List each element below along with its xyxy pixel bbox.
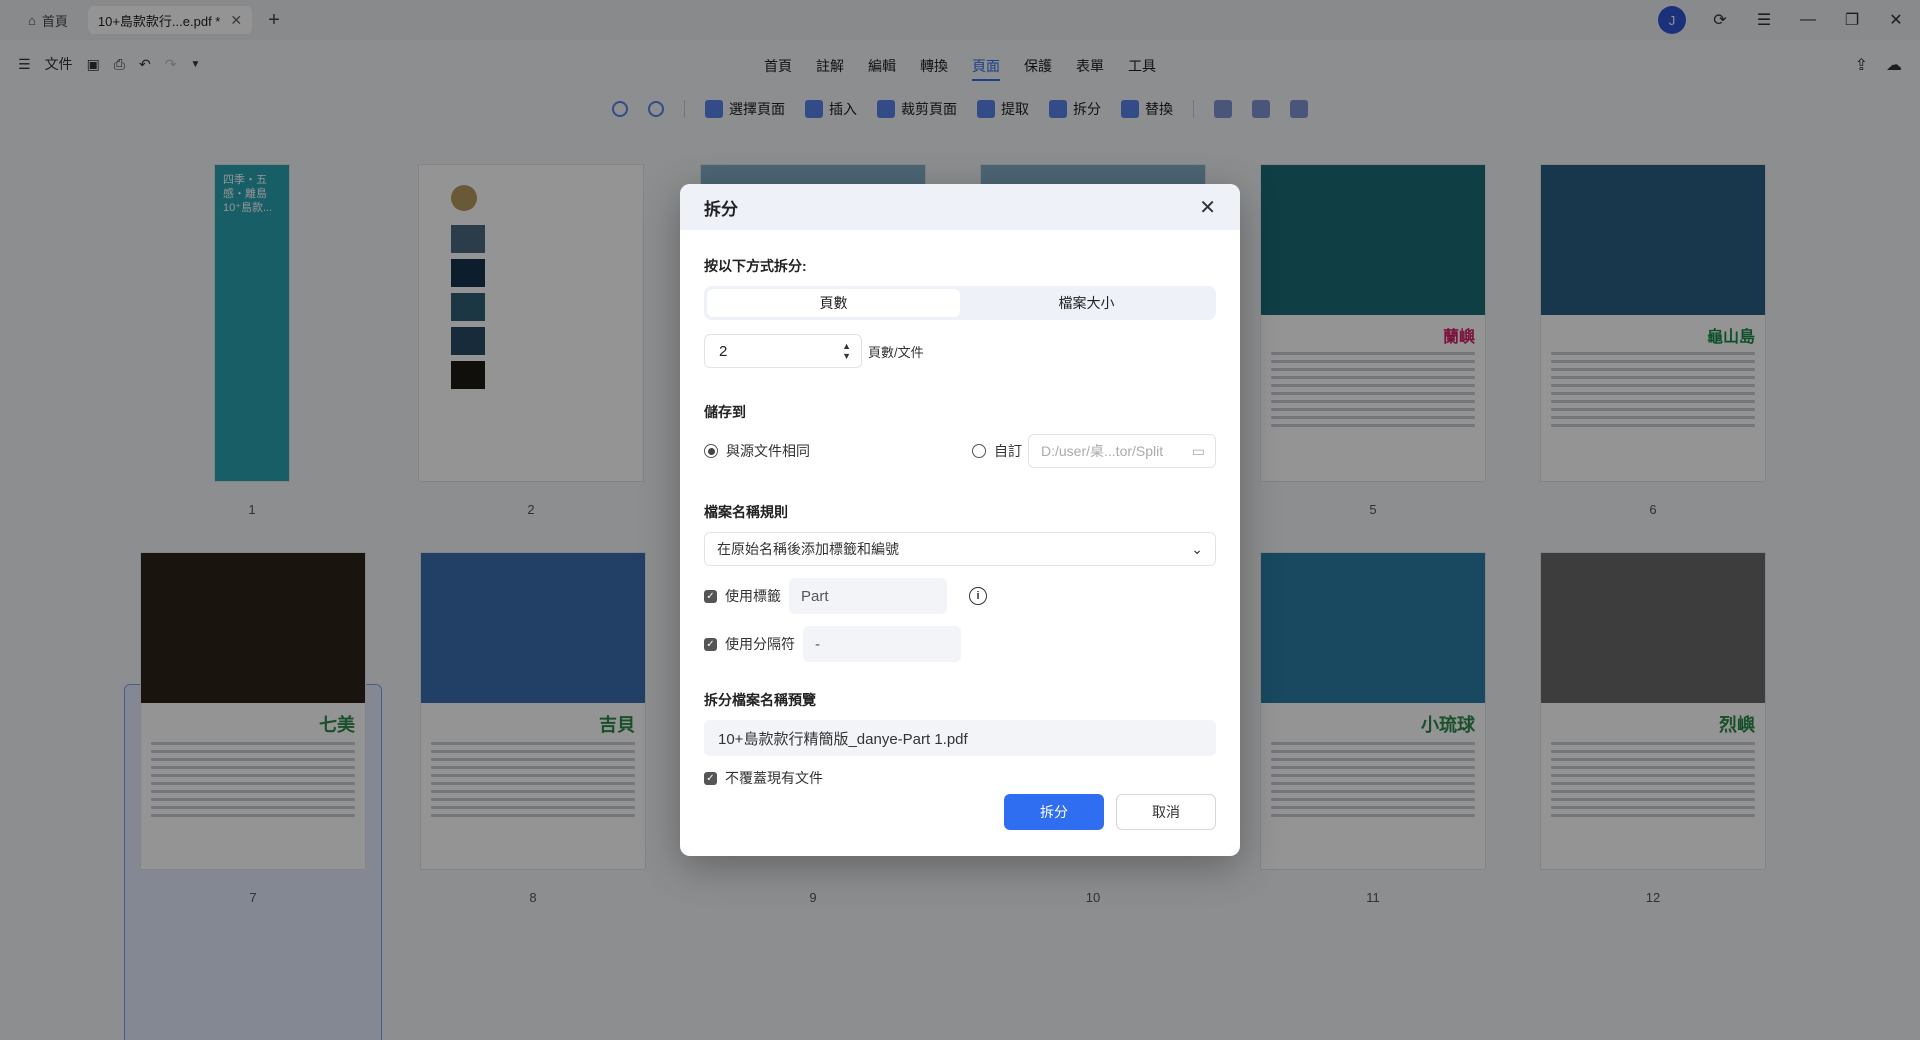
custom-path-placeholder: D:/user/桌...tor/Split [1041, 443, 1164, 459]
naming-rule-select[interactable]: 在原始名稱後添加標籤和編號 ⌄ [704, 532, 1216, 566]
naming-rule-value: 在原始名稱後添加標籤和編號 [717, 541, 899, 557]
cancel-button[interactable]: 取消 [1116, 794, 1216, 830]
separator-input[interactable]: - [803, 626, 961, 662]
split-by-label: 按以下方式拆分: [704, 258, 807, 274]
filename-preview: 10+島款款行精簡版_danye-Part 1.pdf [704, 720, 1216, 756]
tag-input[interactable]: Part [789, 578, 947, 614]
dialog-title: 拆分 [704, 199, 738, 219]
use-separator-label: 使用分隔符 [725, 636, 795, 652]
filename-preview-value: 10+島款款行精簡版_danye-Part 1.pdf [718, 730, 968, 748]
mode-pages-button[interactable]: 頁數 [707, 289, 960, 317]
pages-unit-label: 頁數/文件 [868, 344, 924, 360]
use-separator-checkbox[interactable]: ✓ [704, 637, 717, 651]
radio-same-as-source[interactable]: 與源文件相同 [704, 441, 810, 461]
dialog-buttons: 拆分 取消 [1004, 794, 1216, 830]
pages-value: 2 [719, 342, 728, 360]
folder-icon[interactable]: ▭ [1192, 443, 1205, 460]
radio-custom[interactable]: 自訂 [972, 441, 1022, 461]
no-overwrite-checkbox[interactable]: ✓ [704, 771, 717, 785]
custom-label: 自訂 [994, 443, 1022, 459]
mode-size-button[interactable]: 檔案大小 [960, 289, 1213, 317]
split-mode-toggle: 頁數 檔案大小 [704, 286, 1216, 320]
split-confirm-button[interactable]: 拆分 [1004, 794, 1104, 830]
custom-path-field[interactable]: D:/user/桌...tor/Split ▭ [1028, 434, 1216, 468]
close-icon[interactable]: ✕ [1199, 195, 1216, 220]
radio-unchecked-icon [972, 444, 986, 458]
dialog-body: 按以下方式拆分: 頁數 檔案大小 2 ▲ ▼ 頁數/文件 儲存到 與源文件相同 自… [680, 256, 1240, 788]
preview-label: 拆分檔案名稱預覽 [704, 692, 816, 708]
naming-rule-label: 檔案名稱規則 [704, 504, 788, 520]
use-tag-label: 使用標籤 [725, 588, 781, 604]
info-icon[interactable]: i [969, 587, 987, 605]
radio-checked-icon [704, 444, 718, 458]
chevron-down-icon: ⌄ [1191, 540, 1203, 557]
stepper-arrows-icon[interactable]: ▲ ▼ [842, 341, 851, 361]
split-dialog: 拆分 ✕ 按以下方式拆分: 頁數 檔案大小 2 ▲ ▼ 頁數/文件 儲存到 與源文… [680, 184, 1240, 856]
save-to-label: 儲存到 [704, 404, 746, 420]
separator-value: - [815, 635, 820, 653]
same-as-source-label: 與源文件相同 [726, 443, 810, 459]
tag-value: Part [801, 587, 829, 605]
dialog-header: 拆分 ✕ [680, 184, 1240, 230]
use-tag-checkbox[interactable]: ✓ [704, 589, 717, 603]
no-overwrite-label: 不覆蓋現有文件 [725, 770, 823, 786]
pages-per-file-stepper[interactable]: 2 ▲ ▼ [704, 334, 862, 368]
